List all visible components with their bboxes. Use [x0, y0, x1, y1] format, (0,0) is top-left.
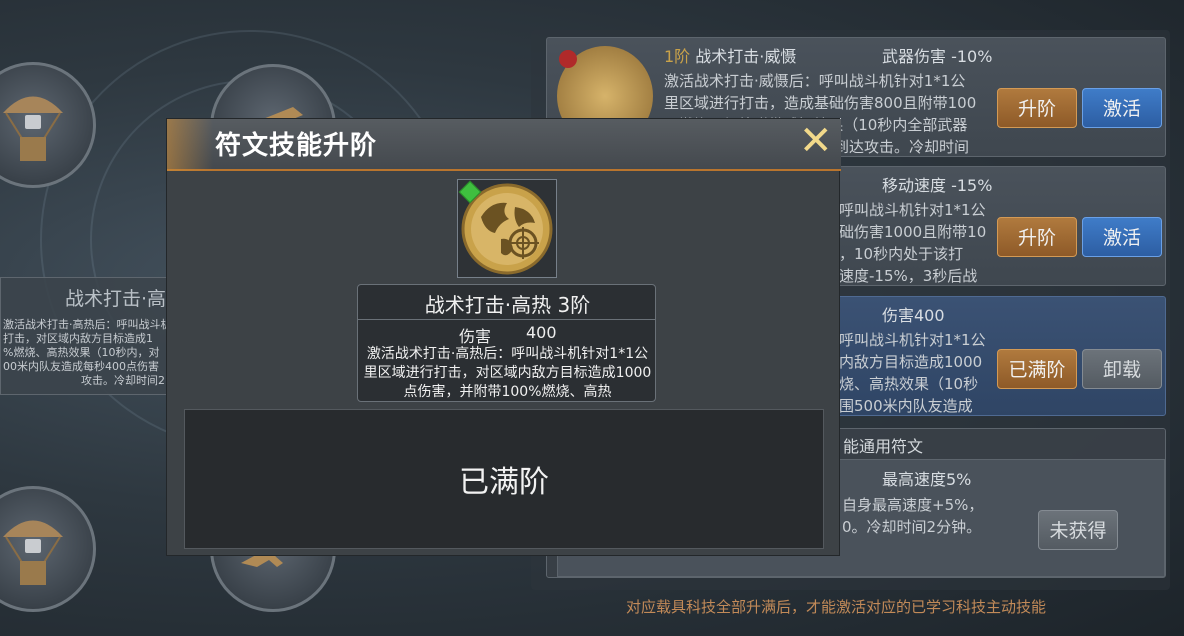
stat-value: 400: [526, 323, 557, 342]
rune-description: 自身最高速度+5%， 0。冷却时间2分钟。: [842, 496, 984, 536]
activate-button[interactable]: 激活: [1082, 217, 1162, 257]
general-section-title: 能通用符文: [843, 437, 924, 456]
left-skill-title: 战术打击·高: [65, 288, 167, 310]
rune-effect: 伤害400: [882, 306, 945, 325]
modal-title: 符文技能升阶: [215, 131, 378, 161]
rune-effect: 武器伤害 -10%: [882, 47, 993, 66]
max-tier-status: 已满阶: [184, 409, 824, 549]
activate-button[interactable]: 激活: [1082, 88, 1162, 128]
red-gem-icon: [559, 50, 577, 68]
rune-effect: 最高速度5%: [882, 470, 972, 489]
rune-name: 战术打击·威慑: [695, 47, 797, 66]
activation-hint: 对应载具科技全部升满后，才能激活对应的已学习科技主动技能: [626, 598, 1047, 616]
left-skill-description: 激活战术打击·高热后：呼叫战斗机 打击，对区域内敌方目标造成1 %燃烧、高热效果…: [3, 318, 172, 387]
divider: [358, 319, 655, 320]
skill-info-box: 战术打击·高热 3阶 伤害 400 激活战术打击·高热后：呼叫战斗机针对1*1公…: [357, 284, 656, 402]
maxed-button[interactable]: 已满阶: [997, 349, 1077, 389]
upgrade-button[interactable]: 升阶: [997, 88, 1077, 128]
skill-icon-frame: [457, 179, 557, 278]
upgrade-button[interactable]: 升阶: [997, 217, 1077, 257]
rune-description: 呼叫战斗机针对1*1公 础伤害1000且附带10 ，10秒内处于该打 速度-15…: [839, 201, 987, 285]
parachute-lock-icon: [3, 96, 63, 161]
locked-airdrop-skill-2[interactable]: [0, 486, 96, 612]
rune-upgrade-modal: 符文技能升阶 ✕ 战术打击·高热 3阶 伤害 400 激活战术打击·高热后：呼叫…: [166, 118, 841, 556]
skill-description: 激活战术打击·高热后：呼叫战斗机针对1*1公里区域进行打击，对区域内敌方目标造成…: [363, 346, 652, 400]
skill-name: 战术打击·高热 3阶: [424, 293, 591, 317]
parachute-lock-icon: [3, 520, 63, 585]
rune-description: 呼叫战斗机针对1*1公 内敌方目标造成1000 烧、高热效果（10秒 围500米…: [839, 331, 986, 415]
close-icon[interactable]: ✕: [799, 121, 833, 161]
rune-effect: 移动速度 -15%: [882, 176, 993, 195]
left-skill-panel: 战术打击·高 激活战术打击·高热后：呼叫战斗机 打击，对区域内敌方目标造成1 %…: [0, 277, 175, 395]
stat-label: 伤害: [459, 327, 492, 346]
unequip-button[interactable]: 卸载: [1082, 349, 1162, 389]
modal-header: 符文技能升阶 ✕: [167, 119, 841, 171]
not-obtained-button[interactable]: 未获得: [1038, 510, 1118, 550]
rune-tier: 1阶: [664, 47, 691, 66]
